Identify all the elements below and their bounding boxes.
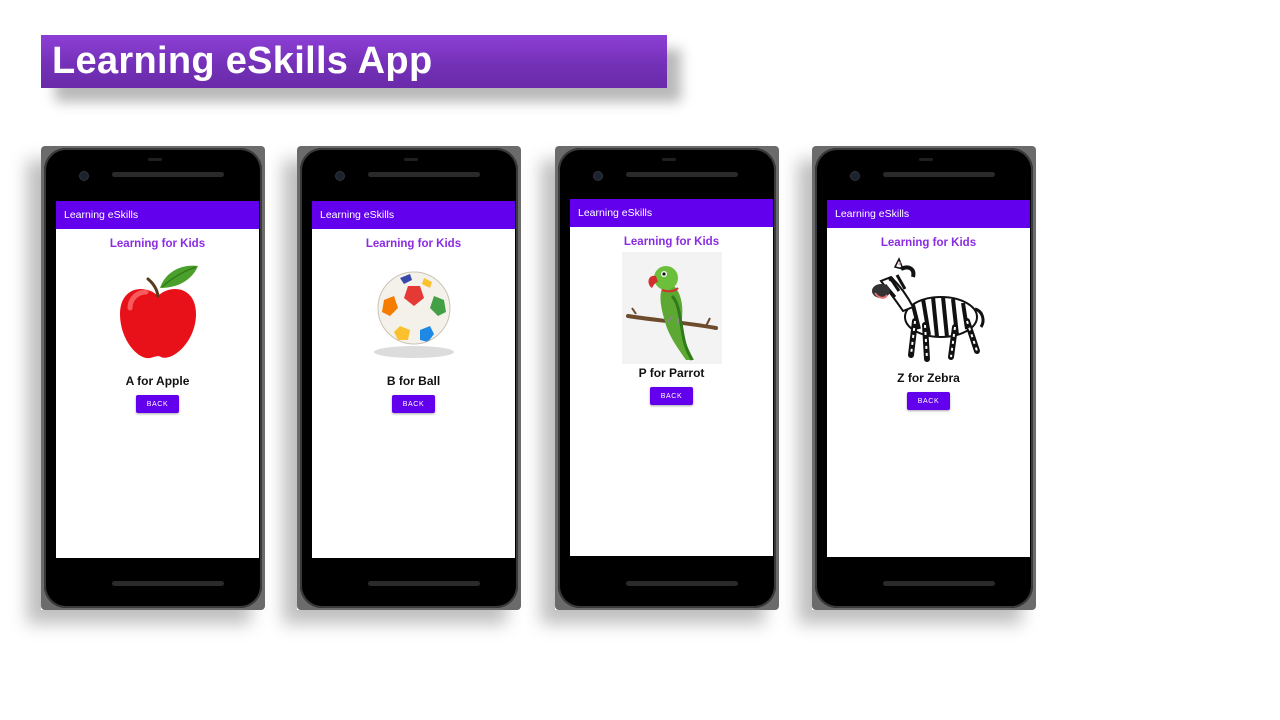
app-screen: Learning eSkills Learning for Kids [312,201,515,558]
app-screen: Learning eSkills Learning for Kids [570,199,773,556]
phone-mockup-apple: Learning eSkills Learning for Kids A for… [41,146,265,610]
sensor [919,158,933,161]
front-camera [594,172,602,180]
app-bar-title: Learning eSkills [835,208,910,220]
app-screen: Learning eSkills Learning for Kids [827,200,1030,557]
screen-heading: Learning for Kids [623,236,720,248]
phone-body: Learning eSkills Learning for Kids [815,148,1033,608]
sensor [404,158,418,161]
app-screen: Learning eSkills Learning for Kids A for… [56,201,259,558]
slide-title: Learning eSkills App [52,40,433,82]
slide-title-banner: Learning eSkills App [41,35,667,88]
back-button[interactable]: BACK [650,387,693,405]
bottom-speaker [368,581,480,586]
bottom-speaker [626,581,738,586]
item-caption: Z for Zebra [897,371,960,385]
bottom-speaker [112,581,224,586]
phone-body: Learning eSkills Learning for Kids [558,148,776,608]
earpiece-speaker [368,172,480,177]
phone-body: Learning eSkills Learning for Kids A for… [44,148,262,608]
phone-mockup-parrot: Learning eSkills Learning for Kids P for… [555,146,779,610]
screen-heading: Learning for Kids [109,238,206,250]
app-bar: Learning eSkills [570,199,773,227]
front-camera [851,172,859,180]
phone-mockup-zebra: Learning eSkills Learning for Kids Z for… [812,146,1036,610]
front-camera [336,172,344,180]
app-bar: Learning eSkills [827,200,1030,228]
app-bar-title: Learning eSkills [64,209,139,221]
sensor [662,158,676,161]
item-caption: B for Ball [386,374,441,388]
app-bar-title: Learning eSkills [320,209,395,221]
earpiece-speaker [883,172,995,177]
back-button[interactable]: BACK [392,395,435,413]
zebra-icon [869,255,989,367]
screen-heading: Learning for Kids [880,237,977,249]
back-button[interactable]: BACK [907,392,950,410]
app-bar-title: Learning eSkills [578,207,653,219]
item-caption: A for Apple [125,374,190,388]
soccer-ball-icon [364,256,464,368]
app-bar: Learning eSkills [56,201,259,229]
bottom-speaker [883,581,995,586]
earpiece-speaker [112,172,224,177]
front-camera [80,172,88,180]
sensor [148,158,162,161]
item-caption: P for Parrot [638,366,705,380]
back-button[interactable]: BACK [136,395,179,413]
phone-body: Learning eSkills Learning for Kids [300,148,518,608]
apple-icon [108,256,208,368]
parrot-icon [621,252,722,364]
screen-heading: Learning for Kids [365,238,462,250]
app-bar: Learning eSkills [312,201,515,229]
earpiece-speaker [626,172,738,177]
phone-mockup-ball: Learning eSkills Learning for Kids B for… [297,146,521,610]
